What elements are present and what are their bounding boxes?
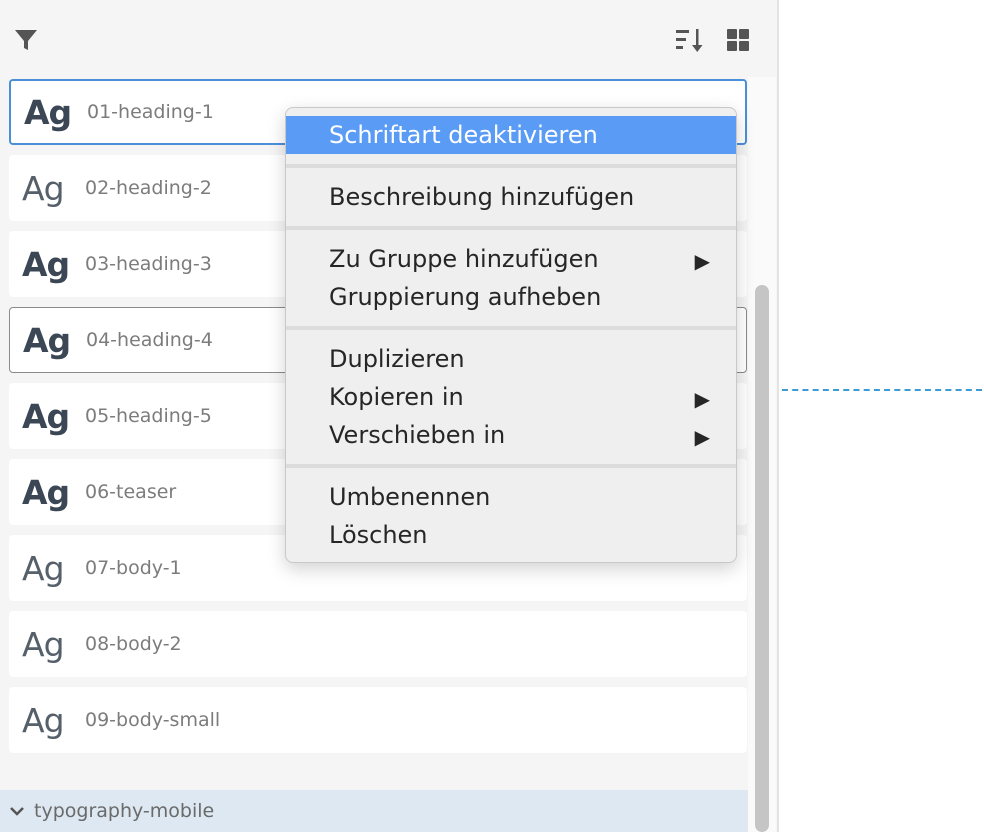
menu-item-ungroup[interactable]: Gruppierung aufheben <box>286 278 736 316</box>
style-name: 07-body-1 <box>85 557 182 579</box>
menu-item-label: Löschen <box>329 521 428 549</box>
menu-item-copy-to[interactable]: Kopieren in ▶ <box>286 378 736 416</box>
type-sample: Ag <box>24 92 72 132</box>
menu-item-label: Beschreibung hinzufügen <box>329 183 635 211</box>
style-name: 04-heading-4 <box>86 329 213 351</box>
menu-item-label: Schriftart deaktivieren <box>329 121 598 149</box>
grid-view-icon[interactable] <box>722 24 754 56</box>
type-sample: Ag <box>22 624 65 664</box>
menu-item-label: Kopieren in <box>329 383 464 411</box>
style-item-08-body-2[interactable]: Ag 08-body-2 <box>9 611 747 677</box>
type-sample: Ag <box>22 548 65 588</box>
type-sample: Ag <box>22 244 70 284</box>
submenu-arrow-icon: ▶ <box>694 425 710 449</box>
menu-item-label: Umbenennen <box>329 483 491 511</box>
menu-item-duplicate[interactable]: Duplizieren <box>286 340 736 378</box>
menu-item-label: Zu Gruppe hinzufügen <box>329 245 599 273</box>
style-name: 03-heading-3 <box>85 253 212 275</box>
menu-item-label: Duplizieren <box>329 345 465 373</box>
menu-item-move-to[interactable]: Verschieben in ▶ <box>286 416 736 454</box>
style-name: 09-body-small <box>85 709 221 731</box>
type-sample: Ag <box>22 472 70 512</box>
menu-item-add-description[interactable]: Beschreibung hinzufügen <box>286 178 736 216</box>
menu-item-delete[interactable]: Löschen <box>286 516 736 554</box>
menu-separator <box>286 164 736 168</box>
type-sample: Ag <box>22 700 65 740</box>
guide-line <box>782 389 982 391</box>
scrollbar-thumb[interactable] <box>755 285 769 832</box>
style-item-09-body-small[interactable]: Ag 09-body-small <box>9 687 747 753</box>
group-label: typography-mobile <box>34 800 215 822</box>
filter-icon[interactable] <box>10 24 42 56</box>
menu-separator <box>286 464 736 468</box>
sort-icon[interactable] <box>672 24 708 56</box>
style-name: 01-heading-1 <box>87 101 214 123</box>
type-sample: Ag <box>22 168 65 208</box>
submenu-arrow-icon: ▶ <box>694 387 710 411</box>
context-menu: Schriftart deaktivieren Beschreibung hin… <box>285 107 737 563</box>
submenu-arrow-icon: ▶ <box>694 249 710 273</box>
menu-separator <box>286 226 736 230</box>
menu-item-deactivate-font[interactable]: Schriftart deaktivieren <box>286 116 736 154</box>
style-name: 05-heading-5 <box>85 405 212 427</box>
menu-item-rename[interactable]: Umbenennen <box>286 478 736 516</box>
style-name: 06-teaser <box>85 481 177 503</box>
style-name: 08-body-2 <box>85 633 182 655</box>
group-header-typography-mobile[interactable]: typography-mobile <box>0 790 748 832</box>
menu-item-label: Verschieben in <box>329 421 506 449</box>
style-name: 02-heading-2 <box>85 177 212 199</box>
type-sample: Ag <box>22 396 70 436</box>
canvas-area[interactable] <box>779 0 984 832</box>
menu-item-add-to-group[interactable]: Zu Gruppe hinzufügen ▶ <box>286 240 736 278</box>
type-sample: Ag <box>23 320 71 360</box>
chevron-down-icon[interactable] <box>8 802 26 820</box>
menu-separator <box>286 326 736 330</box>
menu-item-label: Gruppierung aufheben <box>329 283 602 311</box>
